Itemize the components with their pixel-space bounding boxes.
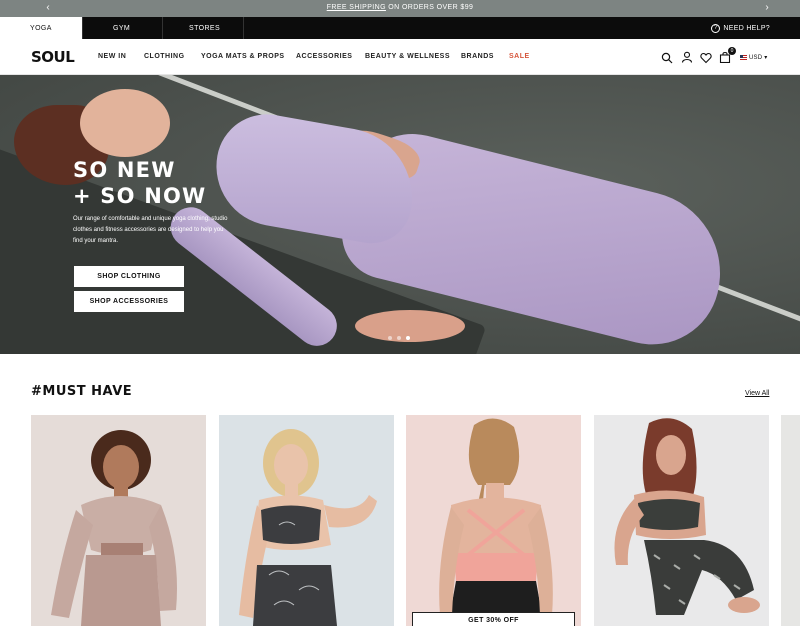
currency-selector[interactable]: USD ▾ — [740, 54, 768, 61]
tab-stores[interactable]: STORES — [162, 17, 244, 39]
nav-item-clothing[interactable]: CLOTHING — [144, 53, 185, 60]
question-circle-icon: ? — [711, 24, 721, 33]
announcement-text: ON ORDERS OVER $99 — [385, 4, 474, 11]
slide-dot[interactable] — [388, 336, 392, 340]
hero-slide-dots — [388, 336, 410, 340]
need-help-link[interactable]: ? NEED HELP? — [711, 24, 770, 33]
slide-dot-active[interactable] — [406, 336, 410, 340]
caret-down-icon: ▾ — [764, 55, 768, 61]
hero-title-line-2: + SO NOW — [73, 184, 207, 208]
logo[interactable]: SOUL — [31, 48, 75, 66]
cart-count-badge: 0 — [728, 47, 736, 55]
product-card[interactable] — [31, 415, 206, 626]
nav-item-brands[interactable]: BRANDS — [461, 53, 494, 60]
wishlist-heart-icon[interactable] — [700, 52, 712, 64]
product-card[interactable] — [594, 415, 769, 626]
hero-description: Our range of comfortable and unique yoga… — [73, 216, 228, 244]
hero-banner[interactable]: SO NEW + SO NOW Our range of comfortable… — [0, 75, 800, 354]
tab-yoga[interactable]: YOGA — [0, 17, 82, 39]
hero-model-feet — [355, 310, 465, 342]
nav-item-beauty-wellness[interactable]: BEAUTY & WELLNESS — [365, 53, 450, 60]
must-have-heading: #MUST HAVE — [31, 384, 133, 399]
currency-label: USD — [749, 54, 763, 61]
need-help-label: NEED HELP? — [723, 25, 770, 32]
hero-title-line-1: SO NEW — [73, 158, 176, 182]
search-icon[interactable] — [661, 52, 673, 64]
product-card[interactable] — [219, 415, 394, 626]
view-all-link[interactable]: View All — [745, 390, 769, 397]
nav-item-yoga-mats-props[interactable]: YOGA MATS & PROPS — [201, 53, 285, 60]
nav-item-new-in[interactable]: NEW IN — [98, 53, 126, 60]
store-switcher-bar: YOGA GYM STORES ? NEED HELP? — [0, 17, 800, 39]
product-image-wrap-top — [51, 430, 177, 626]
product-card-partial[interactable] — [781, 415, 800, 626]
announcement-message: FREE SHIPPING ON ORDERS OVER $99 — [0, 4, 800, 11]
nav-item-accessories[interactable]: ACCESSORIES — [296, 53, 352, 60]
slide-dot[interactable] — [397, 336, 401, 340]
product-image-strappy-bra — [439, 418, 553, 626]
next-announcement-arrow-icon[interactable]: › — [759, 2, 775, 13]
shop-accessories-button[interactable]: SHOP ACCESSORIES — [74, 291, 184, 312]
product-image-metallic-set — [614, 418, 760, 615]
account-icon[interactable] — [681, 51, 693, 63]
get-30-off-button[interactable]: GET 30% OFF — [412, 612, 575, 626]
hero-title: SO NEW + SO NOW — [73, 157, 206, 209]
product-card[interactable]: GET 30% OFF — [406, 415, 581, 626]
tab-gym[interactable]: GYM — [82, 17, 162, 39]
hero-model-top — [206, 106, 424, 250]
product-image-leaf-print-set — [239, 429, 377, 626]
us-flag-icon — [740, 55, 747, 60]
shop-clothing-button[interactable]: SHOP CLOTHING — [74, 266, 184, 287]
announcement-bar: ‹ FREE SHIPPING ON ORDERS OVER $99 › — [0, 0, 800, 17]
nav-item-sale[interactable]: SALE — [509, 53, 530, 60]
hero-model-face — [80, 89, 170, 157]
free-shipping-link[interactable]: FREE SHIPPING — [327, 4, 386, 11]
main-navigation: SOUL NEW IN CLOTHING YOGA MATS & PROPS A… — [0, 39, 800, 75]
